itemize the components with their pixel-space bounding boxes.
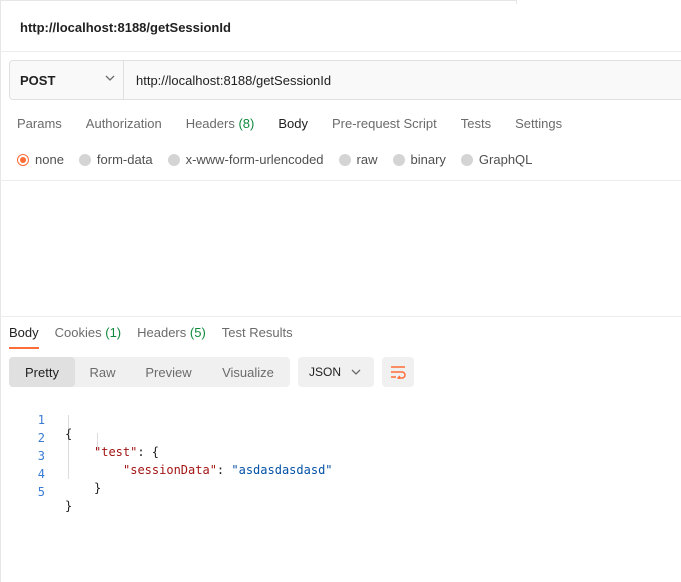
radio-icon [460, 153, 473, 166]
response-tab-body[interactable]: Body [9, 325, 39, 349]
radio-none[interactable]: none [17, 152, 64, 167]
code-line: 5 } [0, 471, 400, 513]
tab-settings[interactable]: Settings [515, 116, 562, 138]
header-divider [0, 51, 681, 52]
cookies-count: (1) [105, 325, 122, 340]
response-tabs: Body Cookies (1) Headers (5) Test Result… [9, 325, 309, 349]
view-visualize-button[interactable]: Visualize [207, 357, 289, 387]
url-input[interactable]: http://localhost:8188/getSessionId [124, 61, 331, 99]
code-line: 2 "test": { [0, 417, 400, 459]
code-line: 1 { [0, 399, 400, 441]
tab-strip-border-end [516, 0, 517, 4]
radio-icon [392, 153, 405, 166]
tab-tests[interactable]: Tests [461, 116, 491, 138]
radio-binary[interactable]: binary [392, 152, 446, 167]
tab-strip-border [0, 0, 516, 1]
radio-selected-icon [17, 153, 29, 166]
response-headers-count: (5) [189, 325, 206, 340]
code-text: } [65, 499, 73, 513]
code-line: 4 } [0, 453, 400, 495]
request-title[interactable]: http://localhost:8188/getSessionId [20, 20, 231, 35]
view-raw-button[interactable]: Raw [75, 357, 130, 387]
body-divider [0, 180, 681, 181]
tab-headers[interactable]: Headers (8) [186, 116, 255, 138]
response-tab-cookies[interactable]: Cookies (1) [55, 325, 121, 349]
code-line: 3 "sessionData": "asdasdasdasd" [0, 435, 400, 477]
format-label: JSON [309, 365, 342, 379]
tab-authorization[interactable]: Authorization [86, 116, 162, 138]
method-select[interactable]: POST [10, 61, 124, 99]
view-pretty-button[interactable]: Pretty [9, 357, 75, 387]
tab-pre-request-script[interactable]: Pre-request Script [332, 116, 437, 138]
wrap-lines-icon [391, 366, 406, 379]
view-mode-group: Pretty Raw Preview Visualize [9, 357, 290, 387]
tab-params[interactable]: Params [17, 116, 62, 138]
radio-icon [167, 153, 180, 166]
wrap-lines-button[interactable] [382, 357, 414, 387]
response-tab-test-results[interactable]: Test Results [222, 325, 293, 349]
method-label: POST [20, 72, 56, 88]
body-type-options: none form-data x-www-form-urlencoded raw… [17, 152, 547, 167]
format-select[interactable]: JSON [298, 357, 374, 387]
radio-raw[interactable]: raw [338, 152, 378, 167]
view-preview-button[interactable]: Preview [130, 357, 207, 387]
chevron-down-icon [105, 75, 115, 81]
radio-x-www-form-urlencoded[interactable]: x-www-form-urlencoded [167, 152, 324, 167]
line-number: 5 [37, 485, 45, 499]
chevron-down-icon [351, 369, 361, 375]
headers-count: (8) [238, 116, 255, 131]
response-tab-headers[interactable]: Headers (5) [137, 325, 206, 349]
response-divider[interactable] [0, 316, 681, 317]
radio-form-data[interactable]: form-data [78, 152, 153, 167]
request-tabs: Params Authorization Headers (8) Body Pr… [17, 116, 586, 138]
radio-graphql[interactable]: GraphQL [460, 152, 532, 167]
url-bar: POST http://localhost:8188/getSessionId [9, 60, 681, 100]
radio-icon [78, 153, 91, 166]
tab-body[interactable]: Body [278, 116, 308, 138]
radio-icon [338, 153, 351, 166]
